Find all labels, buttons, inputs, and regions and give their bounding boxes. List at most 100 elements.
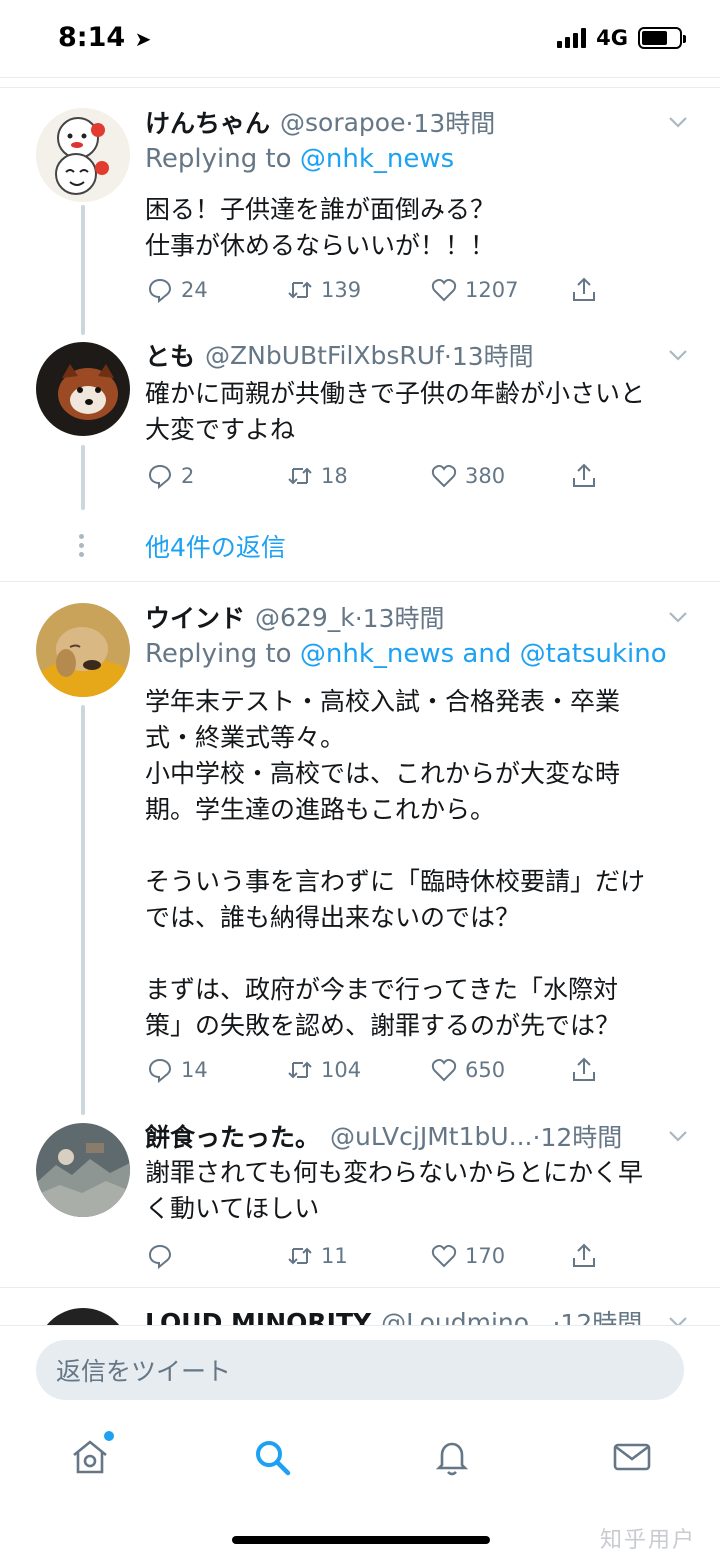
user-handle[interactable]: @uLVcjJMt1bU... — [330, 1122, 532, 1151]
display-name[interactable]: けんちゃん — [145, 104, 270, 140]
heart-icon — [431, 278, 457, 302]
share-button[interactable] — [569, 1236, 599, 1276]
heart-icon — [431, 1244, 457, 1268]
tweet-text: 確かに両親が共働きで子供の年齢が小さいと 大変ですよね — [145, 379, 646, 444]
tweet-header: けんちゃん @sorapoe ·13時間 — [145, 102, 660, 142]
like-button[interactable]: 170 — [429, 1236, 505, 1276]
user-handle[interactable]: @629_k — [255, 603, 355, 632]
more-dots-icon — [79, 534, 85, 561]
mention-link[interactable]: @nhk_news — [300, 144, 454, 174]
signal-icon — [557, 28, 587, 48]
tweet-text: 困る！子供達を誰が面倒みる？ 仕事が休めるならいいが！！！ — [145, 195, 496, 260]
thread-line — [81, 205, 85, 335]
tweet-text: 謝罪されても何も変わらないからとにかく早 く動いてほしい — [145, 1158, 644, 1223]
tweet-time: ·12時間 — [532, 1123, 623, 1152]
retweet-icon — [288, 1061, 312, 1079]
more-replies-link[interactable]: 他4件の返信 — [145, 528, 286, 564]
display-name[interactable]: 餅食ったった。 — [145, 1118, 320, 1154]
tweet-header: ウインド @629_k ·13時間 — [145, 597, 660, 637]
reply-count: 24 — [181, 278, 208, 302]
status-indicators: 4G — [557, 26, 686, 50]
thread-line — [81, 705, 85, 1115]
tweet-time: ·13時間 — [405, 109, 496, 138]
reply-icon — [148, 1244, 172, 1270]
retweet-button[interactable]: 139 — [285, 270, 361, 310]
divider — [0, 87, 720, 88]
tweet-header: 餅食ったった。 @uLVcjJMt1bU... ·12時間 — [145, 1116, 660, 1156]
home-indicator — [232, 1536, 490, 1544]
tweet-actions: 24 139 1207 — [145, 270, 615, 310]
retweet-button[interactable]: 104 — [285, 1050, 361, 1090]
reply-icon — [148, 464, 172, 490]
reply-icon — [148, 1058, 172, 1084]
display-name[interactable]: とも — [145, 337, 195, 373]
retweet-icon — [288, 1247, 312, 1265]
thread-line — [81, 445, 85, 510]
reply-composer-input[interactable]: 返信をツイート — [36, 1340, 684, 1400]
display-name[interactable]: ウインド — [145, 599, 245, 635]
battery-icon — [638, 27, 686, 49]
reply-button[interactable] — [145, 1236, 181, 1276]
status-time-text: 8:14 — [58, 22, 126, 53]
tab-home[interactable] — [68, 1431, 114, 1479]
avatar[interactable] — [36, 603, 130, 697]
replying-prefix: Replying to — [145, 144, 300, 174]
retweet-count: 139 — [321, 278, 362, 302]
retweet-count: 18 — [321, 464, 348, 488]
retweet-button[interactable]: 18 — [285, 456, 348, 496]
reply-button[interactable]: 24 — [145, 270, 208, 310]
user-handle[interactable]: @ZNbUBtFilXbsRUf — [205, 341, 444, 370]
reply-button[interactable]: 14 — [145, 1050, 208, 1090]
tweet-time: ·13時間 — [443, 342, 534, 371]
tab-search[interactable] — [250, 1435, 294, 1479]
share-icon — [573, 1243, 595, 1267]
heart-icon — [431, 1058, 457, 1082]
notification-dot — [104, 1431, 114, 1441]
chevron-down-icon[interactable] — [666, 1124, 690, 1148]
tweet-header: とも @ZNbUBtFilXbsRUf ·13時間 — [145, 335, 660, 375]
tab-notifications[interactable] — [430, 1435, 474, 1479]
replying-to: Replying to @nhk_news and @tatsukino — [145, 639, 667, 669]
retweet-button[interactable]: 11 — [285, 1236, 348, 1276]
tweet-actions: 14 104 650 — [145, 1050, 615, 1090]
tab-bar — [0, 1425, 720, 1495]
chevron-down-icon[interactable] — [666, 605, 690, 629]
home-icon — [73, 1440, 107, 1474]
share-icon — [573, 277, 595, 301]
like-button[interactable]: 380 — [429, 456, 505, 496]
tweet-text: 学年末テスト・高校入試・合格発表・卒業 式・終業式等々。 小中学校・高校では、こ… — [145, 687, 646, 1040]
divider — [0, 77, 720, 78]
like-count: 380 — [465, 464, 506, 488]
avatar[interactable] — [36, 1123, 130, 1217]
tab-messages[interactable] — [610, 1435, 654, 1479]
reply-button[interactable]: 2 — [145, 456, 194, 496]
like-button[interactable]: 650 — [429, 1050, 505, 1090]
share-button[interactable] — [569, 456, 599, 496]
watermark: 知乎用户 — [599, 1528, 696, 1553]
divider — [0, 1287, 720, 1288]
replying-to: Replying to @nhk_news — [145, 144, 454, 174]
like-button[interactable]: 1207 — [429, 270, 518, 310]
chevron-down-icon[interactable] — [666, 110, 690, 134]
avatar[interactable] — [36, 108, 130, 202]
share-button[interactable] — [569, 270, 599, 310]
bell-icon — [435, 1442, 469, 1476]
divider — [0, 581, 720, 582]
avatar[interactable] — [36, 342, 130, 436]
replying-prefix: Replying to — [145, 639, 300, 669]
mention-link[interactable]: @nhk_news — [300, 639, 454, 669]
location-arrow-icon: ➤ — [134, 27, 152, 51]
share-icon — [573, 1057, 595, 1081]
search-icon — [256, 1441, 291, 1476]
tweet-actions: 2 18 380 — [145, 456, 615, 496]
mention-link[interactable]: @tatsukino — [520, 639, 667, 669]
retweet-count: 11 — [321, 1244, 348, 1268]
reply-icon — [148, 278, 172, 304]
user-handle[interactable]: @sorapoe — [280, 108, 405, 137]
chevron-down-icon[interactable] — [666, 343, 690, 367]
reply-count: 14 — [181, 1058, 208, 1082]
network-type: 4G — [596, 26, 628, 50]
retweet-count: 104 — [321, 1058, 362, 1082]
share-button[interactable] — [569, 1050, 599, 1090]
like-count: 1207 — [465, 278, 519, 302]
